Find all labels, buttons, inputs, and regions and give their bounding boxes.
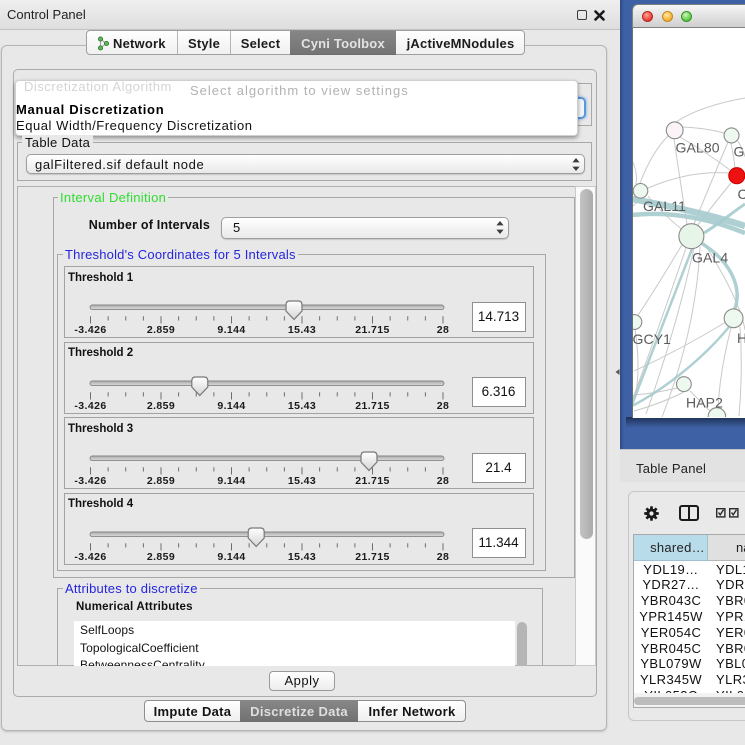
svg-text:H: H xyxy=(737,330,745,346)
svg-text:2.859: 2.859 xyxy=(147,475,175,487)
svg-text:28: 28 xyxy=(437,324,449,336)
svg-text:21.715: 21.715 xyxy=(355,475,390,487)
svg-text:9.144: 9.144 xyxy=(217,324,245,336)
svg-text:-3.426: -3.426 xyxy=(74,551,106,563)
svg-text:GAL80: GAL80 xyxy=(676,140,720,156)
svg-text:-3.426: -3.426 xyxy=(74,400,106,412)
svg-text:15.43: 15.43 xyxy=(288,475,316,487)
svg-text:9.144: 9.144 xyxy=(217,551,245,563)
svg-text:HAP2: HAP2 xyxy=(686,395,723,411)
svg-text:15.43: 15.43 xyxy=(288,324,316,336)
svg-text:-3.426: -3.426 xyxy=(74,324,106,336)
svg-text:28: 28 xyxy=(437,475,449,487)
svg-text:9.144: 9.144 xyxy=(217,475,245,487)
svg-text:21.715: 21.715 xyxy=(355,324,390,336)
svg-text:C: C xyxy=(738,186,745,202)
svg-text:GAL4: GAL4 xyxy=(692,250,728,266)
svg-text:2.859: 2.859 xyxy=(147,324,175,336)
svg-text:21.715: 21.715 xyxy=(355,551,390,563)
svg-text:2.859: 2.859 xyxy=(147,551,175,563)
svg-text:-3.426: -3.426 xyxy=(74,475,106,487)
svg-text:GAL11: GAL11 xyxy=(643,198,686,214)
svg-text:15.43: 15.43 xyxy=(288,551,316,563)
svg-text:28: 28 xyxy=(437,400,449,412)
svg-text:GA: GA xyxy=(734,144,745,160)
svg-text:15.43: 15.43 xyxy=(288,400,316,412)
svg-text:2.859: 2.859 xyxy=(147,400,175,412)
svg-text:28: 28 xyxy=(437,551,449,563)
svg-text:GCY1: GCY1 xyxy=(633,331,671,347)
svg-text:9.144: 9.144 xyxy=(217,400,245,412)
svg-text:21.715: 21.715 xyxy=(355,400,390,412)
